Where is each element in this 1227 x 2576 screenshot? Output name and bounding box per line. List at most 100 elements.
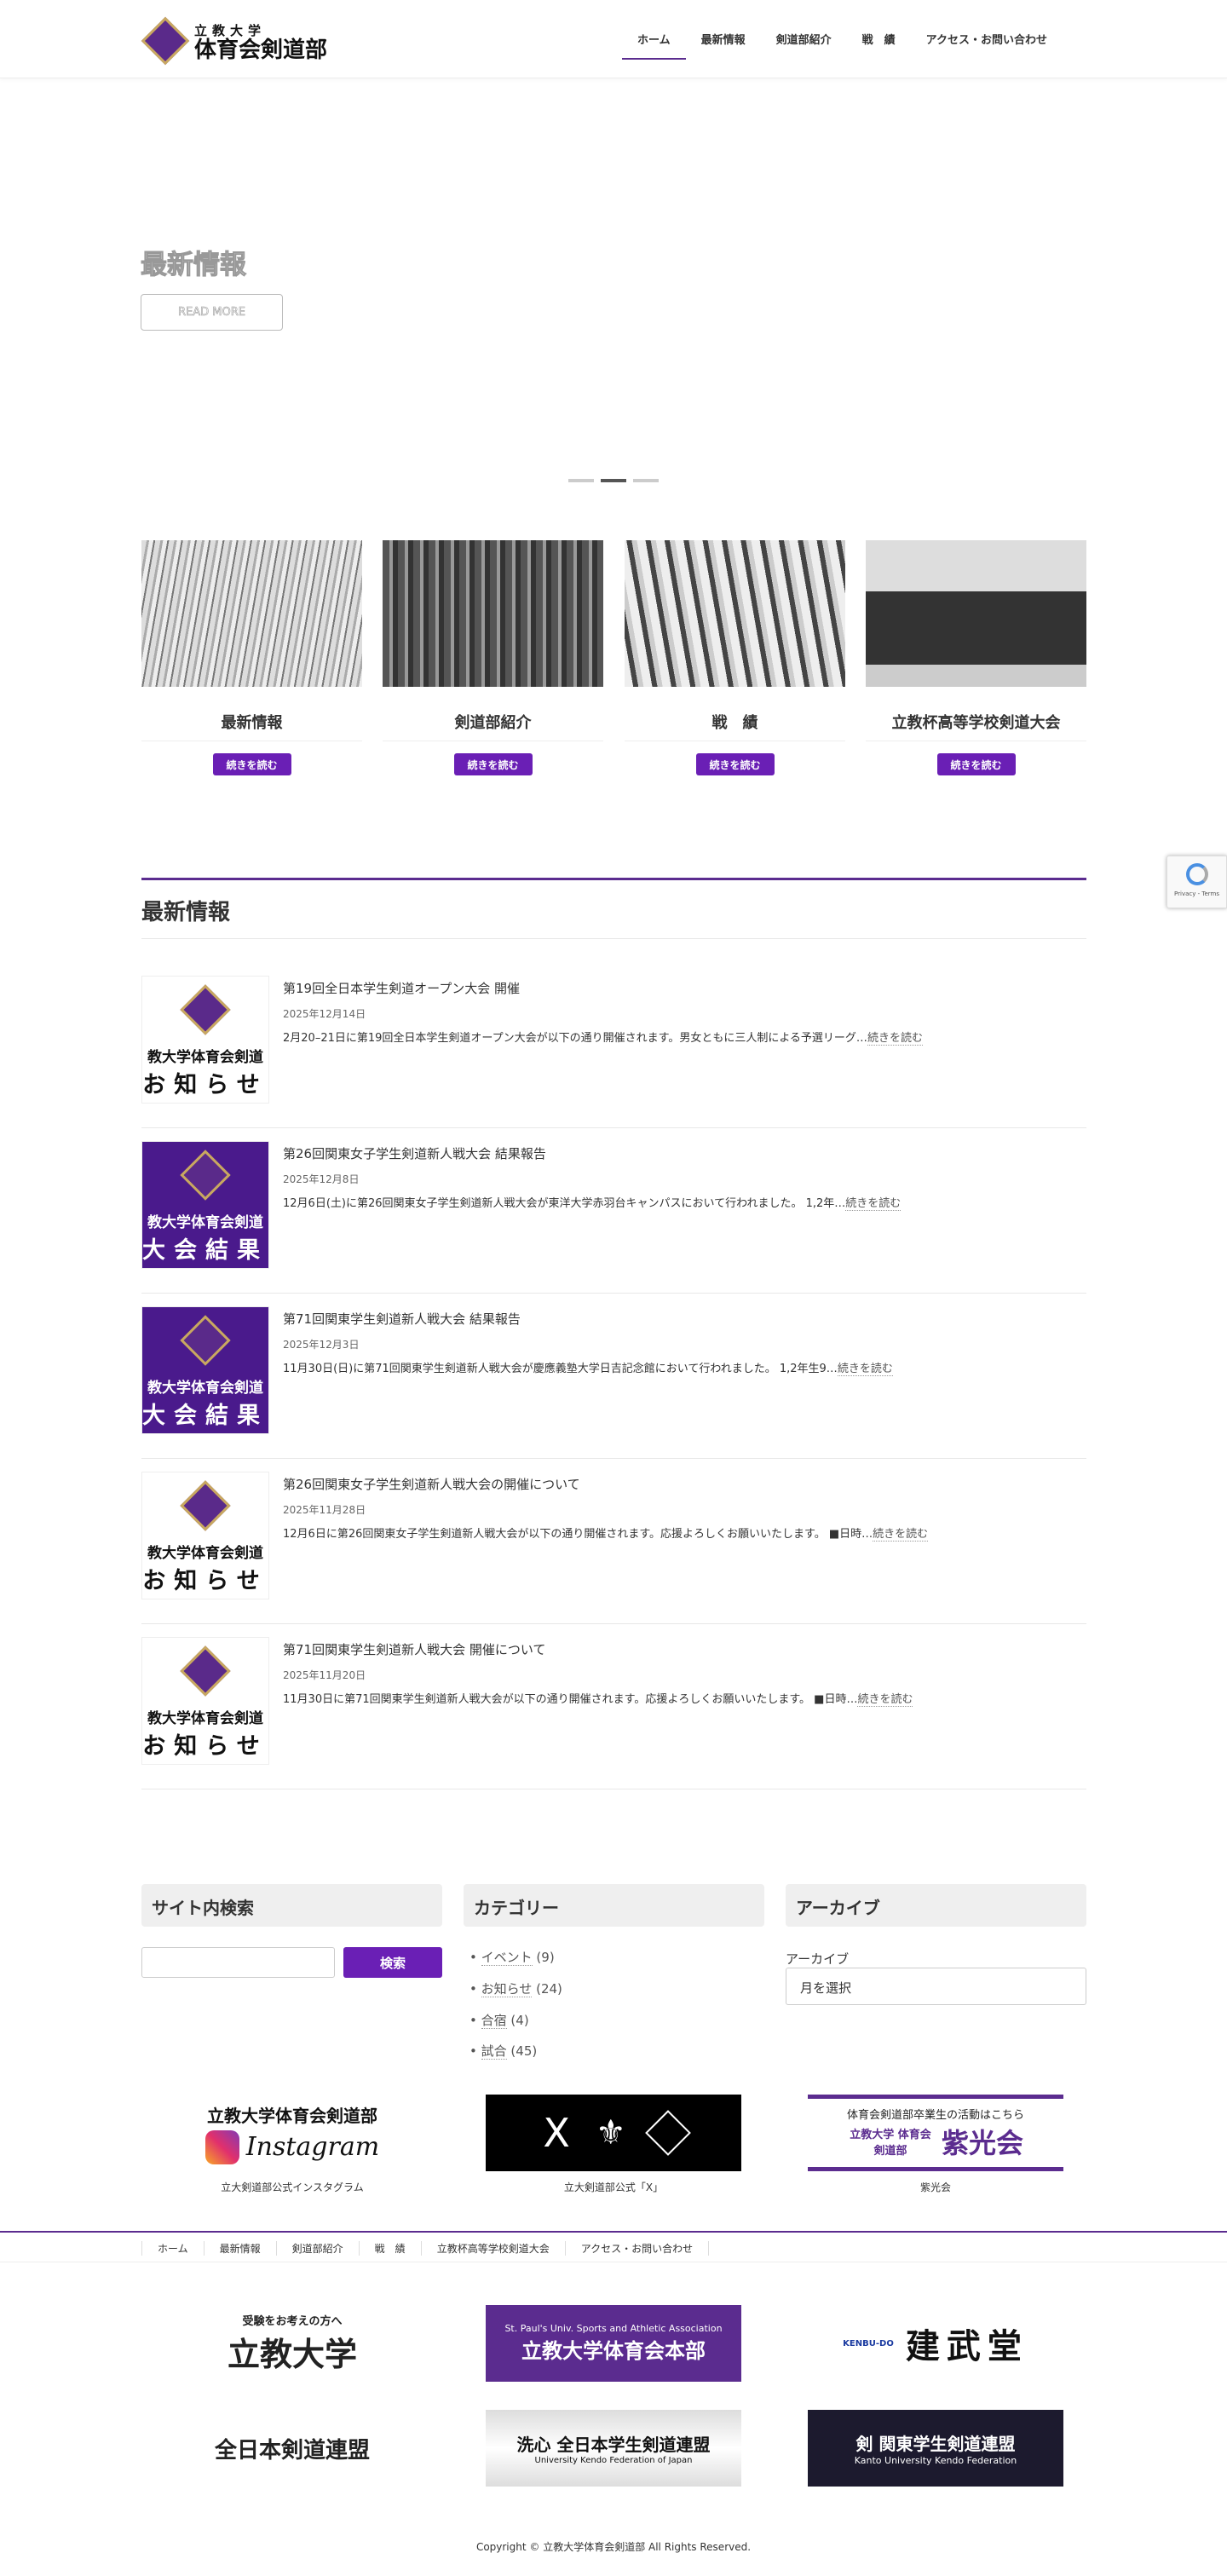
kenbudo-logo[interactable]: KENBU-DO 建武堂 <box>808 2305 1063 2382</box>
divider <box>141 938 1086 939</box>
card-image[interactable] <box>625 540 845 687</box>
instagram-banner[interactable]: 立教大学体育会剣道部 Instagram <box>164 2095 420 2171</box>
x-logo-icon: X <box>543 2110 570 2156</box>
post-title[interactable]: 第26回関東女子学生剣道新人戦大会 結果報告 <box>283 1144 546 1162</box>
crest-icon <box>180 1150 231 1201</box>
kendo-crest-icon <box>141 16 190 66</box>
logo-line1: 立教大学 <box>194 22 267 38</box>
university-kendo-federation-logo[interactable]: 洗心 全日本学生剣道連盟 University Kendo Federation … <box>486 2410 741 2487</box>
widget-search-heading: サイト内検索 <box>141 1884 442 1927</box>
category-item[interactable]: • 合宿 (4) <box>469 2011 529 2029</box>
nav-access-contact[interactable]: アクセス・お問い合わせ <box>911 26 1063 60</box>
fleur-de-lis-icon: ⚜ <box>595 2113 626 2152</box>
card-read-more-button[interactable]: 続きを読む <box>695 753 775 775</box>
card-read-more-button[interactable]: 続きを読む <box>212 753 291 775</box>
card-title: 立教杯高等学校剣道大会 <box>866 711 1086 741</box>
post-excerpt: 11月30日(日)に第71回関東学生剣道新人戦大会が慶應義塾大学日吉記念館におい… <box>283 1363 893 1376</box>
card-image[interactable] <box>866 540 1086 687</box>
archive-select[interactable]: 月を選択 <box>786 1968 1086 2005</box>
post-date: 2025年12月3日 <box>283 1339 360 1351</box>
slider-dot-3[interactable] <box>633 479 659 482</box>
post-thumbnail[interactable]: 教大学体育会剣道 お知らせ <box>141 976 269 1104</box>
kanto-kendo-federation-logo[interactable]: 剣 関東学生剣道連盟 Kanto University Kendo Federat… <box>808 2410 1063 2487</box>
post-title[interactable]: 第71回関東学生剣道新人戦大会 開催について <box>283 1640 545 1658</box>
site-header: 立教大学 体育会剣道部 ホーム 最新情報 剣道部紹介 戦 績 アクセス・お問い合… <box>0 0 1227 78</box>
search-button[interactable]: 検索 <box>343 1947 442 1978</box>
card-results: 戦 績 続きを読む <box>625 540 845 775</box>
post-thumbnail[interactable]: 教大学体育会剣道 お知らせ <box>141 1637 269 1765</box>
read-more-link[interactable]: 続きを読む <box>857 1693 913 1707</box>
post-title[interactable]: 第71回関東学生剣道新人戦大会 結果報告 <box>283 1310 521 1328</box>
card-read-more-button[interactable]: 続きを読む <box>936 753 1016 775</box>
read-more-link[interactable]: 続きを読む <box>837 1363 893 1376</box>
post-date: 2025年11月20日 <box>283 1669 366 1681</box>
shikokai-banner[interactable]: 体育会剣道部卒業生の活動はこちら 立教大学 体育会剣道部 紫光会 <box>808 2095 1063 2171</box>
read-more-link[interactable]: 続きを読む <box>867 1032 923 1046</box>
crest-icon <box>180 984 231 1035</box>
all-japan-kendo-federation-logo[interactable]: 全日本剣道連盟 <box>164 2410 420 2487</box>
post-title[interactable]: 第19回全日本学生剣道オープン大会 開催 <box>283 979 520 997</box>
nav-results[interactable]: 戦 績 <box>847 26 911 60</box>
recaptcha-icon <box>1185 863 1208 885</box>
shikokai-caption[interactable]: 紫光会 <box>808 2180 1063 2194</box>
news-post: 教大学体育会剣道 お知らせ 第26回関東女子学生剣道新人戦大会の開催について 2… <box>141 1472 1086 1608</box>
x-banner[interactable]: X ⚜ <box>486 2095 741 2171</box>
category-item[interactable]: • お知らせ (24) <box>469 1980 562 1997</box>
footer-nav-home[interactable]: ホーム <box>141 2240 204 2256</box>
card-news: 最新情報 続きを読む <box>141 540 362 775</box>
post-date: 2025年11月28日 <box>283 1504 366 1516</box>
footer-nav-news[interactable]: 最新情報 <box>203 2240 276 2256</box>
card-tournament: 立教杯高等学校剣道大会 続きを読む <box>866 540 1086 775</box>
card-title: 剣道部紹介 <box>383 711 603 741</box>
divider <box>141 1458 1086 1459</box>
card-title: 戦 績 <box>625 711 845 741</box>
slider-dot-2-active[interactable] <box>601 479 626 482</box>
card-about: 剣道部紹介 続きを読む <box>383 540 603 775</box>
crest-icon <box>180 1480 231 1531</box>
news-post: 教大学体育会剣道 大会結果 第26回関東女子学生剣道新人戦大会 結果報告 202… <box>141 1141 1086 1277</box>
category-item[interactable]: • 試合 (45) <box>469 2042 537 2060</box>
post-thumbnail[interactable]: 教大学体育会剣道 お知らせ <box>141 1472 269 1599</box>
search-input[interactable] <box>141 1947 335 1978</box>
card-image[interactable] <box>141 540 362 687</box>
post-excerpt: 12月6日(土)に第26回関東女子学生剣道新人戦大会が東洋大学赤羽台キャンパスに… <box>283 1197 902 1211</box>
copyright: Copyright © 立教大学体育会剣道部 All Rights Reserv… <box>475 2541 752 2553</box>
post-date: 2025年12月8日 <box>283 1173 360 1185</box>
post-excerpt: 2月20–21日に第19回全日本学生剣道オープン大会が以下の通り開催されます。男… <box>283 1032 923 1046</box>
nav-news[interactable]: 最新情報 <box>686 26 761 60</box>
widget-categories-heading: カテゴリー <box>464 1884 764 1927</box>
footer-nav-access[interactable]: アクセス・お問い合わせ <box>564 2240 710 2256</box>
footer-nav-results[interactable]: 戦 績 <box>358 2240 421 2256</box>
read-more-link[interactable]: 続きを読む <box>845 1197 902 1211</box>
instagram-icon <box>204 2129 239 2164</box>
x-caption[interactable]: 立大剣道部公式「X」 <box>486 2180 741 2194</box>
news-post: 教大学体育会剣道 お知らせ 第19回全日本学生剣道オープン大会 開催 2025年… <box>141 976 1086 1112</box>
instagram-caption[interactable]: 立大剣道部公式インスタグラム <box>164 2180 420 2194</box>
footer-nav: ホーム 最新情報 剣道部紹介 戦 績 立教杯高等学校剣道大会 アクセス・お問い合… <box>141 2234 710 2262</box>
logo-line2: 体育会剣道部 <box>194 37 328 63</box>
footer-nav-tournament[interactable]: 立教杯高等学校剣道大会 <box>420 2240 565 2256</box>
post-excerpt: 12月6日に第26回関東女子学生剣道新人戦大会が以下の通り開催されます。応援よろ… <box>283 1528 929 1542</box>
read-more-link[interactable]: 続きを読む <box>873 1528 929 1542</box>
card-read-more-button[interactable]: 続きを読む <box>453 753 533 775</box>
slider-dot-1[interactable] <box>568 479 594 482</box>
nav-about[interactable]: 剣道部紹介 <box>761 26 847 60</box>
footer-nav-border <box>0 2231 1227 2233</box>
hero-title: 最新情報 <box>141 250 247 281</box>
category-item[interactable]: • イベント (9) <box>469 1948 555 1966</box>
nav-home[interactable]: ホーム <box>622 26 686 60</box>
news-heading: 最新情報 <box>141 900 231 925</box>
main-nav: ホーム 最新情報 剣道部紹介 戦 績 アクセス・お問い合わせ <box>622 26 1063 60</box>
athletic-association-logo[interactable]: St. Paul's Univ. Sports and Athletic Ass… <box>486 2305 741 2382</box>
card-image[interactable] <box>383 540 603 687</box>
archive-label: アーカイブ <box>786 1951 850 1967</box>
rikkyo-university-logo[interactable]: 受験をお考えの方へ 立教大学 <box>164 2305 420 2382</box>
recaptcha-badge[interactable]: Privacy - Terms <box>1167 856 1227 908</box>
hero-read-more-button[interactable]: READ MORE <box>141 294 283 331</box>
site-logo[interactable]: 立教大学 体育会剣道部 <box>141 15 356 66</box>
footer-nav-about[interactable]: 剣道部紹介 <box>275 2240 359 2256</box>
post-date: 2025年12月14日 <box>283 1008 366 1020</box>
post-thumbnail[interactable]: 教大学体育会剣道 大会結果 <box>141 1306 269 1434</box>
post-title[interactable]: 第26回関東女子学生剣道新人戦大会の開催について <box>283 1475 580 1493</box>
post-thumbnail[interactable]: 教大学体育会剣道 大会結果 <box>141 1141 269 1269</box>
